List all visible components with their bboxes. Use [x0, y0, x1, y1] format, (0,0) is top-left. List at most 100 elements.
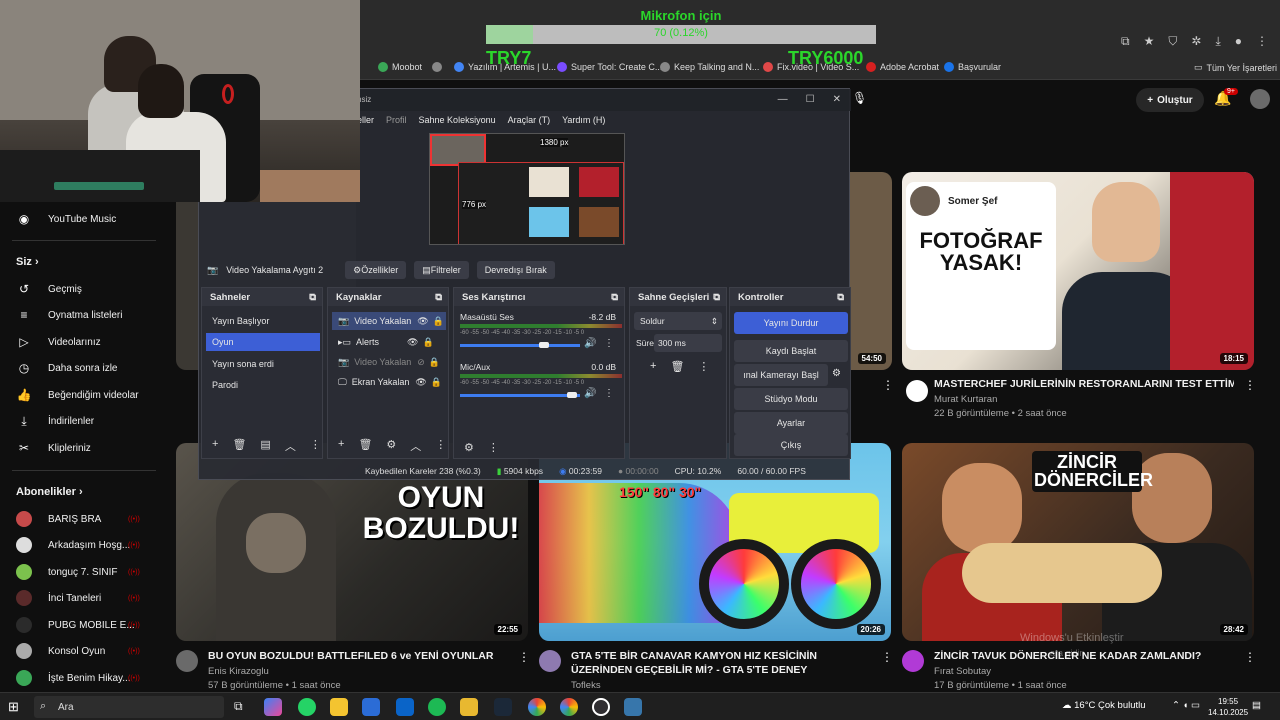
spotify-icon[interactable] — [428, 698, 446, 716]
kebab-icon[interactable]: ⋮ — [604, 338, 614, 349]
channel-avatar[interactable] — [906, 380, 928, 402]
bookmark-star-icon[interactable]: ★ — [1144, 34, 1155, 49]
settings-button[interactable]: Ayarlar — [734, 412, 848, 434]
dock-undock-icon[interactable]: ⧉ — [435, 292, 442, 303]
gear-icon[interactable]: ⚙ — [464, 441, 474, 454]
python-icon[interactable] — [624, 698, 642, 716]
source-item-hidden[interactable]: 📷 Video Yakalan ⊘ 🔒 — [332, 353, 446, 371]
install-app-icon[interactable]: ⧉ — [1121, 34, 1130, 49]
obs-icon[interactable] — [592, 698, 610, 716]
shield-icon[interactable]: ⛉ — [1168, 34, 1177, 49]
dock-undock-icon[interactable]: ⧉ — [611, 292, 618, 303]
whatsapp-icon[interactable] — [298, 698, 316, 716]
scene-item[interactable]: Yayın sona erdi — [206, 355, 320, 373]
video-thumbnail-partial[interactable]: 54:50 — [850, 172, 892, 370]
properties-button[interactable]: ⚙ Özellikler — [345, 261, 407, 279]
sidebar-subscription[interactable]: Konsol Oyun ((•)) — [0, 638, 168, 664]
weather-widget[interactable]: ☁ 16°C Çok bulutlu — [1062, 700, 1146, 711]
scene-item-selected[interactable]: Oyun — [206, 333, 320, 351]
filter-icon[interactable]: ▤ — [260, 438, 270, 454]
more-options-icon[interactable]: ⋮ — [518, 650, 530, 664]
taskbar-search[interactable]: ⌕ Ara — [34, 696, 224, 718]
channel-name[interactable]: Fırat Sobutay — [934, 666, 991, 677]
volume-slider[interactable] — [460, 394, 580, 397]
sidebar-subscription[interactable]: BARIŞ BRA ((•)) — [0, 506, 168, 532]
add-icon[interactable]: + — [212, 438, 218, 454]
kebab-icon[interactable]: ⋮ — [435, 438, 446, 454]
chrome-icon[interactable] — [560, 698, 578, 716]
lock-icon[interactable]: 🔒 — [431, 377, 442, 388]
menu-kebab-icon[interactable]: ⋮ — [1256, 34, 1268, 49]
start-recording-button[interactable]: Kaydı Başlat — [734, 340, 848, 362]
add-icon[interactable]: + — [650, 360, 656, 373]
kebab-icon[interactable]: ⋮ — [310, 438, 321, 454]
system-tray-icons[interactable]: ⌃ ◖ ▭ — [1172, 700, 1200, 711]
sidebar-item-clips[interactable]: ✂ Klipleriniz — [0, 435, 168, 461]
eye-icon[interactable]: 👁 — [407, 337, 418, 348]
sidebar-subscription[interactable]: Arkadaşım Hoşg... ((•)) — [0, 532, 168, 558]
eye-icon[interactable]: 👁 — [417, 316, 428, 327]
video-title[interactable]: MASTERCHEF JURİLERİNİN RESTORANLARINI TE… — [934, 377, 1234, 391]
bookmark-item[interactable] — [432, 62, 442, 72]
menu-item-profile[interactable]: Profil — [386, 115, 407, 125]
video-title[interactable]: BU OYUN BOZULDU! BATTLEFILED 6 ve YENİ O… — [208, 649, 508, 663]
lock-icon[interactable]: 🔒 — [429, 357, 440, 368]
sidebar-item-watch-later[interactable]: ◷ Daha sonra izle — [0, 355, 168, 381]
studio-mode-button[interactable]: Stüdyo Modu — [734, 388, 848, 410]
profile-icon[interactable]: ● — [1235, 34, 1242, 49]
deactivate-button[interactable]: Devredışı Bırak — [476, 261, 555, 279]
trash-icon[interactable]: 🗑 — [670, 360, 684, 373]
sidebar-item-downloads[interactable]: ⤓ İndirilenler — [0, 408, 168, 434]
sidebar-section-you[interactable]: Siz › — [16, 256, 39, 268]
video-thumbnail[interactable]: ZİNCİR DÖNERCİLER 28:42 — [902, 443, 1254, 641]
volume-slider[interactable] — [460, 344, 580, 347]
channel-name[interactable]: Murat Kurtaran — [934, 394, 997, 405]
scene-item[interactable]: Yayın Başlıyor — [206, 312, 320, 330]
menu-item-scene-collection[interactable]: Sahne Koleksiyonu — [419, 115, 496, 125]
start-virtual-camera-button[interactable]: ınal Kamerayı Başl — [734, 364, 828, 386]
maximize-icon[interactable]: ☐ — [806, 94, 815, 105]
extensions-icon[interactable]: ✲ — [1191, 34, 1201, 49]
speaker-icon[interactable]: 🔊 — [584, 338, 596, 349]
bookmark-item[interactable]: Keep Talking and N... — [660, 62, 759, 72]
source-item[interactable]: 📷 Video Yakalan 👁 🔒 — [332, 312, 446, 330]
menu-item-help[interactable]: Yardım (H) — [562, 115, 605, 125]
channel-avatar[interactable] — [176, 650, 198, 672]
folder-expand-icon[interactable]: ▸▭ — [338, 337, 351, 348]
dock-undock-icon[interactable]: ⧉ — [713, 292, 720, 303]
sidebar-item-history[interactable]: ↺ Geçmiş — [0, 276, 168, 302]
account-avatar[interactable] — [1250, 89, 1270, 109]
bookmark-item[interactable]: Başvurular — [944, 62, 1001, 72]
create-button[interactable]: + Oluştur — [1136, 88, 1204, 112]
bookmark-item[interactable]: Adobe Acrobat — [866, 62, 939, 72]
eye-off-icon[interactable]: ⊘ — [417, 357, 425, 368]
steam-icon[interactable] — [494, 698, 512, 716]
source-item[interactable]: ▸▭ Alerts 👁 🔒 — [332, 333, 446, 351]
sidebar-section-subscriptions[interactable]: Abonelikler › — [16, 486, 83, 498]
more-options-icon[interactable]: ⋮ — [1244, 378, 1256, 392]
lock-icon[interactable]: 🔒 — [433, 316, 444, 327]
menu-item-tools[interactable]: Araçlar (T) — [508, 115, 551, 125]
sidebar-subscription[interactable]: tonguç 7. SINIF ((•)) — [0, 559, 168, 585]
all-bookmarks[interactable]: ▭ Tüm Yer İşaretleri — [1194, 62, 1277, 73]
trash-icon[interactable]: 🗑 — [232, 438, 246, 454]
obs-preview[interactable]: 1380 px 776 px — [429, 133, 625, 245]
more-options-icon[interactable]: ⋮ — [882, 378, 894, 392]
lock-icon[interactable]: 🔒 — [422, 337, 433, 348]
file-explorer-icon[interactable] — [330, 698, 348, 716]
outlook-icon[interactable] — [396, 698, 414, 716]
download-icon[interactable]: ⤓ — [1215, 34, 1220, 49]
dock-undock-icon[interactable]: ⧉ — [837, 292, 844, 303]
scene-item[interactable]: Parodi — [206, 376, 320, 394]
copilot-icon[interactable] — [264, 698, 282, 716]
kebab-icon[interactable]: ⋮ — [698, 360, 709, 373]
store-icon[interactable] — [362, 698, 380, 716]
exit-button[interactable]: Çıkış — [734, 434, 848, 456]
more-options-icon[interactable]: ⋮ — [881, 650, 893, 664]
app-icon[interactable] — [460, 698, 478, 716]
voice-search-icon[interactable]: 🎙 — [852, 91, 867, 105]
sidebar-subscription[interactable]: PUBG MOBILE E... ((•)) — [0, 612, 168, 638]
kebab-icon[interactable]: ⋮ — [604, 388, 614, 399]
move-up-icon[interactable]: ︿ — [285, 438, 296, 454]
sidebar-item-youtube-music[interactable]: ◉ YouTube Music — [0, 206, 168, 232]
